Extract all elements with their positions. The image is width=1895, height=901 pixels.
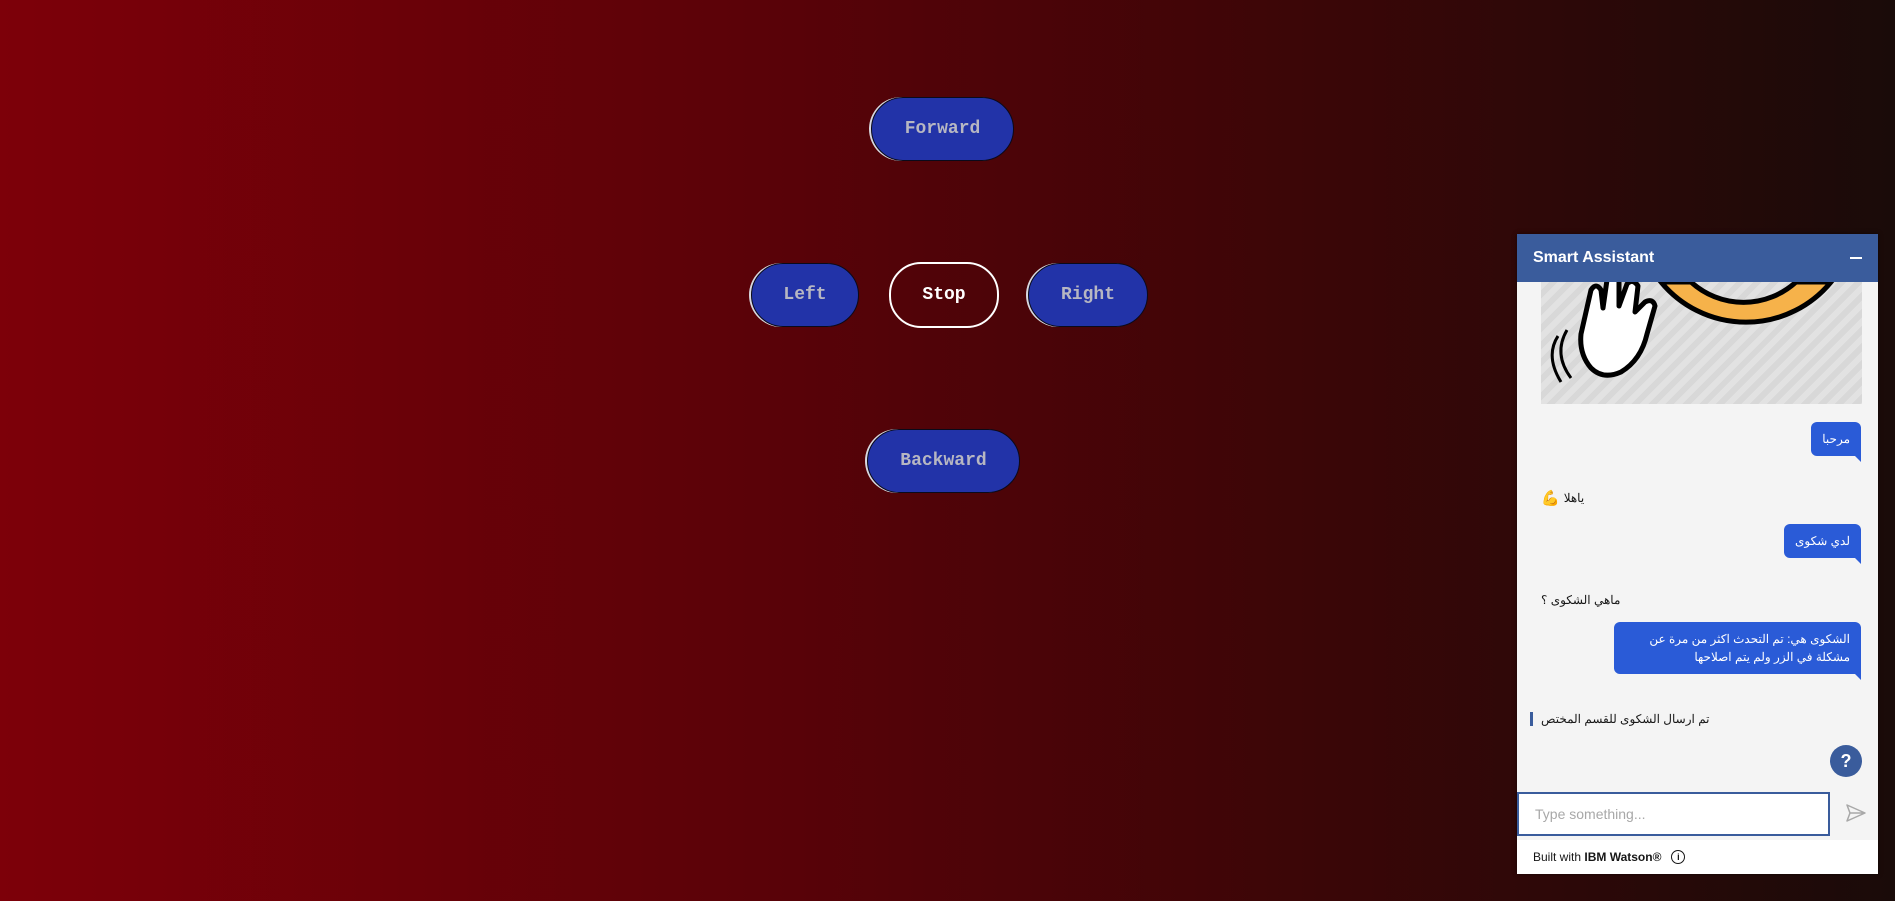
flexed-biceps-icon: 💪 bbox=[1541, 490, 1560, 507]
footer-prefix: Built with bbox=[1533, 850, 1582, 864]
message-input[interactable] bbox=[1517, 792, 1830, 836]
footer-brand: IBM Watson® bbox=[1584, 850, 1662, 864]
stop-button[interactable]: Stop bbox=[889, 262, 999, 328]
help-icon: ? bbox=[1840, 750, 1852, 771]
send-icon[interactable] bbox=[1846, 804, 1866, 827]
user-message: مرحبا bbox=[1811, 422, 1861, 462]
user-message: لدي شكوى bbox=[1784, 524, 1861, 564]
input-row bbox=[1517, 792, 1878, 840]
bot-message-text: ياهلا bbox=[1563, 491, 1585, 505]
user-message: الشكوى هي: تم التحدث اكثر من مرة عن مشكل… bbox=[1614, 622, 1861, 680]
waving-hand-icon bbox=[1550, 282, 1835, 383]
backward-button[interactable]: Backward bbox=[867, 429, 1020, 493]
chat-title: Smart Assistant bbox=[1533, 249, 1655, 266]
bot-message: ماهي الشكوى ؟ bbox=[1541, 593, 1621, 607]
left-button[interactable]: Left bbox=[751, 263, 859, 327]
bot-message: تم ارسال الشكوى للقسم المختص bbox=[1530, 712, 1710, 726]
right-button[interactable]: Right bbox=[1028, 263, 1148, 327]
chat-header: Smart Assistant bbox=[1517, 234, 1878, 282]
bot-message-text: تم ارسال الشكوى للقسم المختص bbox=[1541, 712, 1710, 726]
minimize-icon[interactable] bbox=[1850, 257, 1862, 259]
bot-message: 💪 ياهلا bbox=[1541, 489, 1584, 507]
chat-widget: Smart Assistant مرحبا 💪 ياهلا لدي شكوى م… bbox=[1517, 234, 1878, 874]
forward-button[interactable]: Forward bbox=[871, 97, 1014, 161]
info-icon[interactable]: i bbox=[1671, 850, 1686, 864]
message-list: مرحبا 💪 ياهلا لدي شكوى ماهي الشكوى ؟ الش… bbox=[1517, 282, 1878, 792]
chat-footer: Built with IBM Watson® i bbox=[1517, 840, 1878, 874]
help-button[interactable]: ? bbox=[1830, 745, 1862, 777]
welcome-image bbox=[1541, 282, 1862, 404]
